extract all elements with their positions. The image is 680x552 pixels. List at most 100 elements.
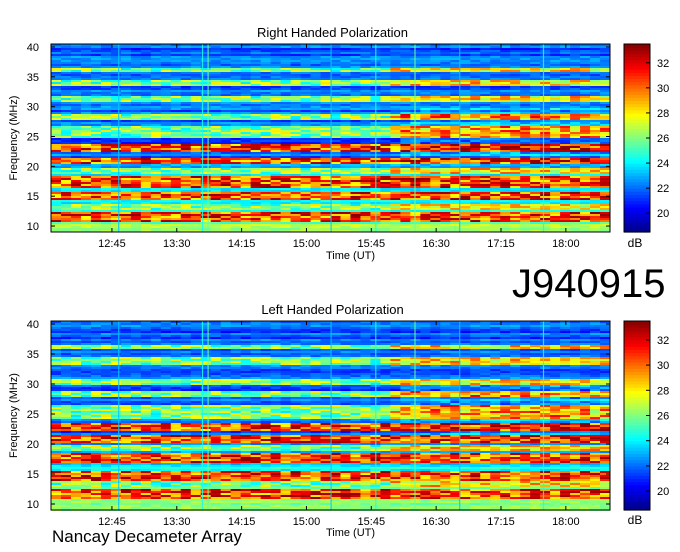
spectrogram-cell	[110, 100, 122, 102]
spectrogram-cell	[170, 74, 182, 76]
spectrogram-cell	[310, 190, 322, 192]
spectrogram-cell	[51, 200, 62, 202]
spectrogram-cell	[130, 52, 142, 54]
spectrogram-cell	[230, 194, 242, 196]
spectrogram-cell	[530, 140, 541, 142]
spectrogram-cell	[90, 170, 102, 172]
spectrogram-cell	[250, 160, 262, 162]
spectrogram-cell	[460, 132, 471, 134]
spectrogram-cell	[260, 216, 272, 218]
spectrogram-cell	[320, 154, 331, 156]
spectrogram-cell	[510, 80, 521, 82]
spectrogram-cell	[51, 126, 62, 128]
spectrogram-cell	[100, 170, 112, 172]
spectrogram-cell	[500, 118, 511, 120]
spectrogram-cell	[90, 190, 102, 192]
spectrogram-cell	[250, 216, 262, 218]
spectrogram-cell	[220, 200, 232, 202]
spectrogram-cell	[160, 172, 172, 174]
spectrogram-cell	[70, 104, 82, 106]
spectrogram-cell	[270, 212, 282, 214]
spectrogram-cell	[70, 144, 82, 146]
spectrogram-cell	[290, 156, 302, 158]
spectrogram-cell	[110, 170, 122, 172]
spectrogram-cell	[490, 88, 501, 90]
spectrogram-cell	[560, 210, 571, 212]
spectrogram-cell	[530, 206, 541, 208]
spectrogram-cell	[120, 116, 132, 118]
spectrogram-cell	[440, 194, 451, 196]
spectrogram-cell	[210, 144, 222, 146]
spectrogram-cell	[600, 78, 611, 80]
spectrogram-cell	[490, 96, 501, 98]
spectrogram-cell	[350, 46, 361, 48]
spectrogram-cell	[210, 146, 222, 148]
spectrogram-cell	[380, 154, 391, 156]
spectrogram-cell	[420, 128, 431, 130]
spectrogram-cell	[150, 180, 162, 182]
spectrogram-cell	[240, 130, 252, 132]
spectrogram-cell	[220, 182, 232, 184]
spectrogram-cell	[190, 70, 202, 72]
spectrogram-cell	[160, 130, 172, 132]
spectrogram-cell	[180, 208, 192, 210]
spectrogram-cell	[120, 160, 132, 162]
spectrogram-cell	[440, 156, 451, 158]
spectrogram-cell	[390, 140, 401, 142]
spectrogram-cell	[490, 186, 501, 188]
spectrogram-cell	[420, 156, 431, 158]
spectrogram-cell	[180, 164, 192, 166]
spectrogram-cell	[300, 64, 312, 66]
spectrogram-cell	[280, 162, 292, 164]
spectrogram-cell	[110, 46, 122, 48]
spectrogram-cell	[100, 88, 112, 90]
spectrogram-cell	[350, 72, 361, 74]
spectrogram-cell	[51, 74, 62, 76]
spectrogram-cell	[460, 72, 471, 74]
spectrogram-cell	[550, 154, 561, 156]
spectrogram-cell	[110, 72, 122, 74]
spectrogram-cell	[60, 110, 72, 112]
spectrogram-cell	[520, 62, 531, 64]
spectrogram-cell	[100, 176, 112, 178]
spectrogram-cell	[580, 108, 591, 110]
spectrogram-cell	[120, 66, 132, 68]
spectrogram-cell	[230, 156, 242, 158]
spectrogram-cell	[390, 212, 401, 214]
spectrogram-cell	[260, 218, 272, 220]
spectrogram-cell	[300, 122, 312, 124]
spectrogram-cell	[390, 190, 401, 192]
spectrogram-cell	[380, 214, 391, 216]
spectrogram-cell	[150, 148, 162, 150]
spectrogram-cell	[320, 182, 331, 184]
spectrogram-cell	[70, 150, 82, 152]
spectrogram-cell	[60, 78, 72, 80]
spectrogram-cell	[440, 68, 451, 70]
spectrogram-cell	[180, 54, 192, 56]
spectrogram-cell	[70, 90, 82, 92]
spectrogram-cell	[140, 156, 152, 158]
spectrogram-cell	[240, 170, 252, 172]
spectrogram-cell	[90, 62, 102, 64]
spectrogram-cell	[130, 112, 142, 114]
spectrogram-cell	[340, 56, 351, 58]
spectrogram-cell	[460, 118, 471, 120]
spectrogram-cell	[400, 88, 411, 90]
spectrogram-cell	[120, 96, 132, 98]
spectrogram-cell	[260, 220, 272, 222]
spectrogram-cell	[580, 102, 591, 104]
spectrogram-cell	[180, 210, 192, 212]
spectrogram-cell	[280, 86, 292, 88]
spectrogram-cell	[100, 182, 112, 184]
spectrogram-cell	[440, 200, 451, 202]
spectrogram-cell	[250, 60, 262, 62]
spectrogram-cell	[560, 122, 571, 124]
spectrogram-cell	[270, 66, 282, 68]
spectrogram-cell	[190, 50, 202, 52]
spectrogram-cell	[150, 80, 162, 82]
spectrogram-cell	[250, 66, 262, 68]
spectrogram-cell	[590, 180, 601, 182]
spectrogram-cell	[120, 86, 132, 88]
spectrogram-cell	[420, 122, 431, 124]
spectrogram-cell	[270, 152, 282, 154]
